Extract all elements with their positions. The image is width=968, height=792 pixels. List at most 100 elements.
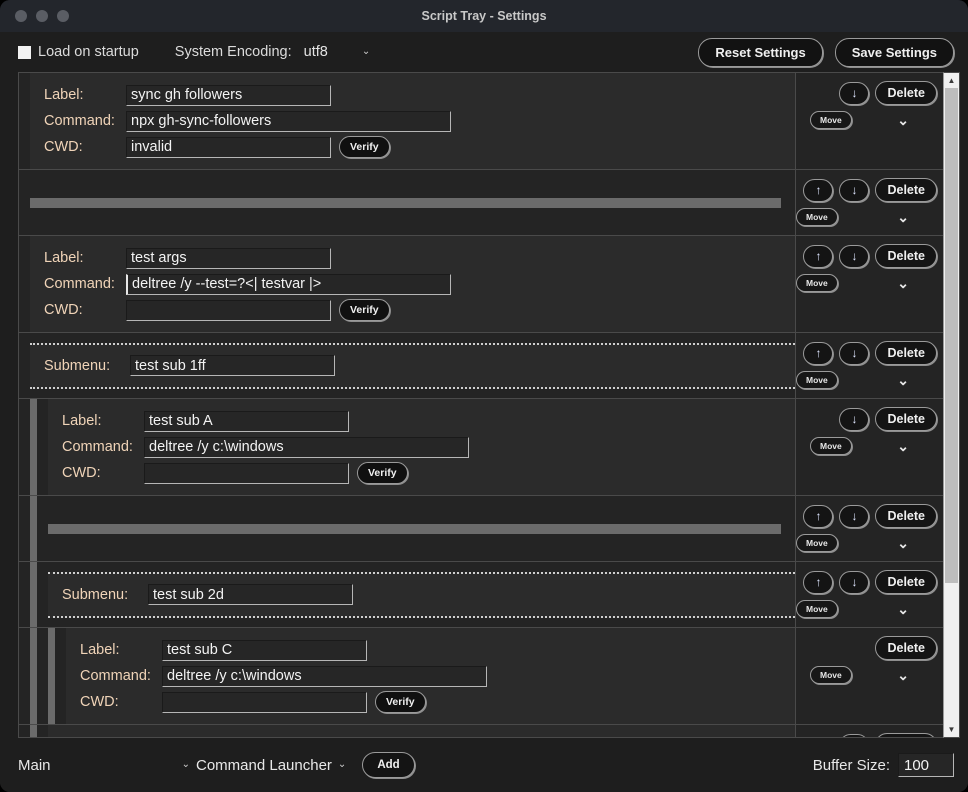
entry-command-input[interactable] bbox=[144, 436, 469, 458]
move-button[interactable]: Move bbox=[796, 600, 838, 618]
entry-cwd-input[interactable] bbox=[126, 136, 331, 158]
verify-button[interactable]: Verify bbox=[375, 691, 426, 713]
entry-cwd-input[interactable] bbox=[126, 299, 331, 321]
move-up-button[interactable]: ↑ bbox=[803, 570, 834, 594]
entry-body bbox=[48, 496, 795, 561]
delete-button[interactable]: Delete bbox=[875, 244, 937, 268]
expand-chevron-down-icon[interactable]: ⌄ bbox=[897, 602, 909, 616]
scrollbar-track[interactable] bbox=[944, 88, 959, 722]
command-entry-card: Label:Command:CWD:Verify bbox=[48, 725, 795, 737]
expand-chevron-down-icon[interactable]: ⌄ bbox=[897, 536, 909, 550]
move-down-button[interactable]: ↓ bbox=[839, 407, 870, 431]
scrollbar-thumb[interactable] bbox=[945, 88, 958, 583]
delete-button[interactable]: Delete bbox=[875, 636, 937, 660]
verify-button[interactable]: Verify bbox=[357, 462, 408, 484]
entry-controls-bottom: Move ⌄ bbox=[796, 436, 937, 456]
expand-chevron-down-icon[interactable]: ⌄ bbox=[897, 439, 909, 453]
checkbox-icon[interactable] bbox=[18, 45, 31, 59]
delete-button[interactable]: Delete bbox=[875, 81, 937, 105]
move-up-button[interactable]: ↑ bbox=[803, 244, 834, 268]
buffer-size-label: Buffer Size: bbox=[812, 756, 890, 774]
expand-chevron-down-icon[interactable]: ⌄ bbox=[897, 276, 909, 290]
entry-command-input[interactable] bbox=[126, 110, 451, 132]
buffer-size-input[interactable] bbox=[898, 753, 954, 777]
move-down-button[interactable]: ↓ bbox=[839, 504, 870, 528]
chevron-down-icon: ⌄ bbox=[361, 46, 371, 57]
expand-chevron-down-icon[interactable]: ⌄ bbox=[897, 113, 909, 127]
vertical-scrollbar[interactable]: ▲ ▼ bbox=[943, 72, 960, 738]
submenu-entry-card: Submenu: bbox=[48, 571, 795, 618]
move-up-button[interactable]: ↑ bbox=[839, 733, 870, 737]
entry-controls: ↑ ↓ Delete Move ⌄ bbox=[795, 562, 943, 627]
move-down-button[interactable]: ↓ bbox=[839, 244, 870, 268]
move-button[interactable]: Move bbox=[796, 371, 838, 389]
expand-chevron-down-icon[interactable]: ⌄ bbox=[897, 210, 909, 224]
verify-button[interactable]: Verify bbox=[339, 299, 390, 321]
scroll-down-icon[interactable]: ▼ bbox=[944, 722, 959, 737]
delete-button[interactable]: Delete bbox=[875, 341, 937, 365]
entry-command-field-row: Command: bbox=[80, 663, 795, 689]
move-down-button[interactable]: ↓ bbox=[839, 570, 870, 594]
delete-button[interactable]: Delete bbox=[875, 504, 937, 528]
move-button[interactable]: Move bbox=[810, 437, 852, 455]
entry-command-input[interactable] bbox=[126, 273, 451, 295]
entry-controls-top: Delete bbox=[796, 636, 937, 660]
entry-label-input[interactable] bbox=[126, 247, 331, 269]
submenu-input[interactable] bbox=[148, 584, 353, 605]
move-button[interactable]: Move bbox=[810, 111, 852, 129]
entry-list-panel: Label:Command:CWD:Verify↓DeleteMove⌄↑↓De… bbox=[18, 72, 943, 738]
entry-label-input[interactable] bbox=[144, 736, 349, 737]
delete-button[interactable]: Delete bbox=[875, 407, 937, 431]
move-up-button[interactable]: ↑ bbox=[803, 178, 834, 202]
app-window: Script Tray - Settings Load on startup S… bbox=[0, 0, 968, 792]
entry-cwd-input[interactable] bbox=[144, 462, 349, 484]
entry-row: ↑ ↓ Delete Move ⌄ bbox=[19, 496, 943, 562]
move-up-button[interactable]: ↑ bbox=[803, 504, 834, 528]
system-encoding-select[interactable]: utf8 ⌄ bbox=[300, 42, 375, 62]
expand-chevron-down-icon[interactable]: ⌄ bbox=[897, 668, 909, 682]
entry-list: Label:Command:CWD:Verify↓DeleteMove⌄↑↓De… bbox=[19, 73, 943, 737]
reset-settings-button[interactable]: Reset Settings bbox=[698, 37, 823, 67]
entry-cwd-label: CWD: bbox=[44, 139, 83, 155]
entry-label-input[interactable] bbox=[126, 84, 331, 106]
move-button[interactable]: Move bbox=[796, 534, 838, 552]
entry-controls: Delete Move ⌄ bbox=[795, 628, 943, 724]
move-down-button[interactable]: ↓ bbox=[839, 81, 870, 105]
verify-button[interactable]: Verify bbox=[339, 136, 390, 158]
indent-bar bbox=[30, 399, 37, 495]
save-settings-button[interactable]: Save Settings bbox=[834, 37, 954, 67]
entry-label-input[interactable] bbox=[162, 639, 367, 661]
entry-controls-bottom: Move ⌄ bbox=[796, 370, 937, 390]
minimize-icon[interactable] bbox=[36, 10, 48, 22]
entry-label-input[interactable] bbox=[144, 410, 349, 432]
entry-cwd-label: CWD: bbox=[44, 302, 83, 318]
chevron-down-icon: ⌄ bbox=[181, 759, 190, 770]
delete-button[interactable]: Delete bbox=[875, 570, 937, 594]
delete-button[interactable]: Delete bbox=[875, 733, 937, 737]
entry-controls-top: ↑ ↓ Delete bbox=[796, 570, 937, 594]
move-button[interactable]: Move bbox=[796, 274, 838, 292]
scroll-up-icon[interactable]: ▲ bbox=[944, 73, 959, 88]
move-up-button[interactable]: ↑ bbox=[803, 341, 834, 365]
entry-kind-select[interactable]: Command Launcher ⌄ bbox=[196, 757, 346, 774]
entry-command-input[interactable] bbox=[162, 665, 487, 687]
move-down-button[interactable]: ↓ bbox=[839, 178, 870, 202]
maximize-icon[interactable] bbox=[57, 10, 69, 22]
entry-cwd-input[interactable] bbox=[162, 691, 367, 713]
load-on-startup-checkbox[interactable]: Load on startup bbox=[18, 44, 139, 60]
indent-bar bbox=[30, 496, 37, 561]
entry-command-label: Command: bbox=[44, 113, 115, 129]
expand-chevron-down-icon[interactable]: ⌄ bbox=[897, 373, 909, 387]
menu-target-select[interactable]: Main ⌄ bbox=[18, 757, 190, 774]
move-button[interactable]: Move bbox=[796, 208, 838, 226]
close-icon[interactable] bbox=[15, 10, 27, 22]
entry-body: Label: Command: CWD: Verify bbox=[66, 628, 795, 724]
entry-controls-top: ↑ Delete bbox=[796, 733, 937, 737]
move-down-button[interactable]: ↓ bbox=[839, 341, 870, 365]
submenu-input[interactable] bbox=[130, 355, 335, 376]
delete-button[interactable]: Delete bbox=[875, 178, 937, 202]
add-button[interactable]: Add bbox=[362, 752, 415, 778]
entry-controls-bottom: Move ⌄ bbox=[796, 599, 937, 619]
app-body: Load on startup System Encoding: utf8 ⌄ … bbox=[0, 32, 968, 792]
move-button[interactable]: Move bbox=[810, 666, 852, 684]
